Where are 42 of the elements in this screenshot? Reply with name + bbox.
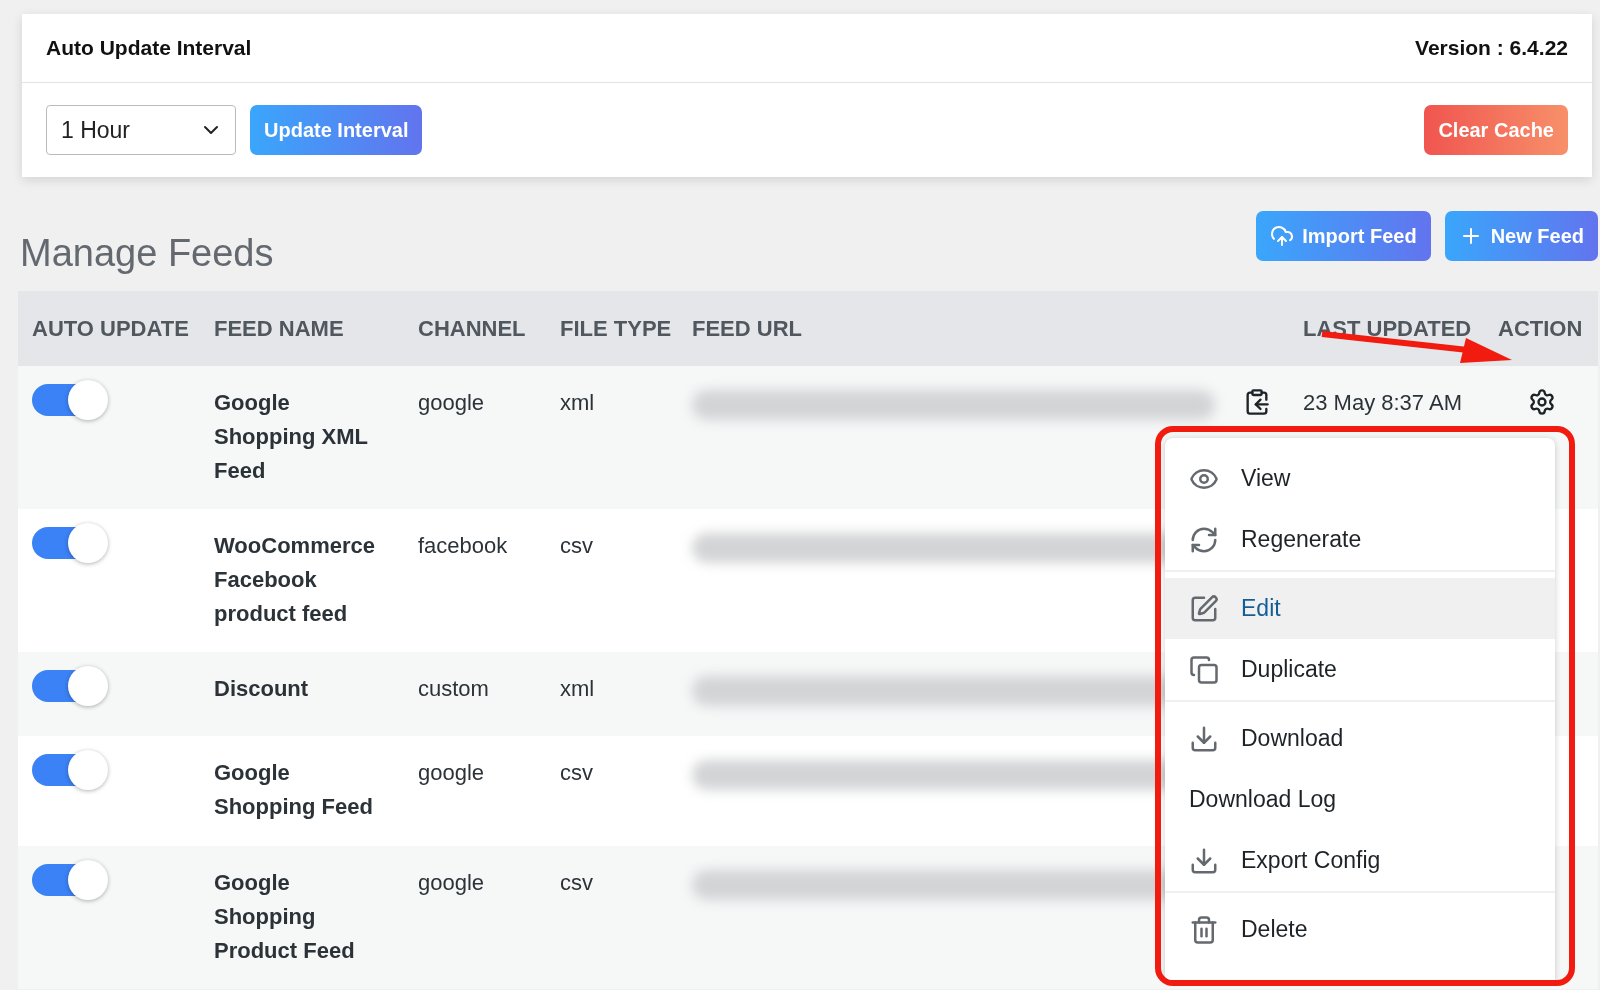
column-header: ACTION bbox=[1498, 315, 1584, 342]
channel-cell-text: google bbox=[418, 759, 485, 787]
file-type-cell-text: csv bbox=[560, 869, 593, 897]
file-type-cell-text: csv bbox=[560, 759, 593, 787]
trash-icon bbox=[1189, 914, 1219, 945]
feed-name: Discount bbox=[214, 675, 309, 703]
feed-name: Google Shopping Product Feed bbox=[214, 869, 356, 965]
feed-name: Google Shopping Feed bbox=[214, 759, 374, 821]
interval-select[interactable]: 1 Hour bbox=[46, 105, 236, 155]
last-updated-cell-text: 23 May 8:37 AM bbox=[1303, 389, 1462, 417]
column-header: CHANNEL bbox=[418, 315, 527, 342]
feed-name: Google Shopping XML Feed bbox=[214, 389, 369, 485]
update-interval-button[interactable]: Update Interval bbox=[250, 105, 423, 155]
card-title: Auto Update Interval bbox=[46, 36, 252, 60]
channel-cell-text: custom bbox=[418, 675, 489, 703]
edit-icon bbox=[1189, 593, 1219, 624]
menu-item[interactable]: Duplicate bbox=[1165, 639, 1555, 702]
file-type-cell-text: xml bbox=[560, 675, 595, 703]
feed-name: WooCommerce Facebook product feed bbox=[214, 532, 376, 628]
channel-cell-text: google bbox=[418, 389, 485, 417]
settings-icon[interactable] bbox=[1528, 388, 1556, 416]
menu-item[interactable]: Edit bbox=[1165, 578, 1555, 639]
column-header: FEED NAME bbox=[214, 315, 345, 342]
menu-item[interactable]: View bbox=[1165, 448, 1555, 509]
column-header: AUTO UPDATE bbox=[32, 315, 190, 342]
import-feed-button[interactable]: Import Feed bbox=[1256, 211, 1431, 261]
file-type-cell-text: xml bbox=[560, 389, 595, 417]
column-header: FILE TYPE bbox=[560, 315, 673, 342]
version-text: Version : 6.4.22 bbox=[1415, 36, 1568, 60]
file-type-cell-text: csv bbox=[560, 532, 593, 560]
menu-item[interactable]: Export Config bbox=[1165, 830, 1555, 893]
menu-item[interactable]: Regenerate bbox=[1165, 509, 1555, 572]
page-heading: Manage Feeds bbox=[20, 232, 274, 275]
copy-icon bbox=[1189, 654, 1219, 685]
new-feed-button[interactable]: New Feed bbox=[1444, 211, 1598, 261]
menu-item[interactable]: Delete bbox=[1165, 899, 1555, 960]
channel-cell-text: google bbox=[418, 869, 485, 897]
menu-item[interactable]: Download bbox=[1165, 708, 1555, 769]
menu-item[interactable]: Download Log bbox=[1165, 769, 1555, 830]
column-header: FEED URL bbox=[692, 315, 803, 342]
channel-cell-text: facebook bbox=[418, 532, 508, 560]
cloud-upload-icon bbox=[1270, 224, 1295, 248]
